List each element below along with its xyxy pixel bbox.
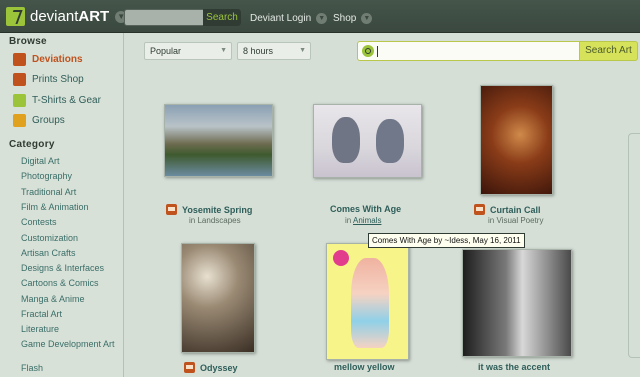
deviation-category-yosemite-spring: in Landscapes <box>189 216 241 225</box>
category-flash[interactable]: Flash <box>21 363 119 373</box>
sidebar: Browse Deviations Prints Shop T-Shirts &… <box>0 33 124 377</box>
deviations-icon <box>13 53 26 66</box>
deviation-title-curtain-call[interactable]: Curtain Call <box>474 204 541 215</box>
deviation-tooltip: Comes With Age by ~Idess, May 16, 2011 <box>368 233 525 248</box>
category-link[interactable]: Landscapes <box>197 216 240 225</box>
thumbnail-curtain-call[interactable] <box>480 85 553 195</box>
thumbnail-yosemite-spring[interactable] <box>164 104 273 177</box>
in-prefix: in <box>189 216 196 225</box>
shop-chevron-icon: ▼ <box>361 13 373 24</box>
deviation-title-it-was-the-accent[interactable]: it was the accent <box>478 362 550 372</box>
search-icon <box>362 45 374 57</box>
art-search-input[interactable] <box>357 41 580 61</box>
category-link[interactable]: Visual Poetry <box>496 216 543 225</box>
top-search-button[interactable]: Search <box>203 9 241 26</box>
thumbnail-odyssey[interactable] <box>181 243 255 353</box>
text-cursor <box>377 46 378 57</box>
deviant-login-link[interactable]: Deviant Login ▼ <box>250 13 328 24</box>
browse-heading: Browse <box>9 36 47 47</box>
sort-dropdown[interactable]: Popular ▼ <box>144 42 232 60</box>
deviation-title-comes-with-age[interactable]: Comes With Age <box>330 204 401 214</box>
raccoon-figure-right <box>376 119 404 163</box>
category-fractal-art[interactable]: Fractal Art <box>21 309 119 319</box>
in-prefix: in <box>488 216 495 225</box>
deviation-category-curtain-call: in Visual Poetry <box>488 216 543 225</box>
logo-text-bold: ART <box>78 8 110 25</box>
logo-text: deviantART <box>30 8 109 25</box>
sidebar-item-label: Groups <box>32 115 65 126</box>
category-customization[interactable]: Customization <box>21 233 119 243</box>
category-artisan-crafts[interactable]: Artisan Crafts <box>21 248 119 258</box>
time-chevron-down-icon: ▼ <box>299 47 306 54</box>
groups-icon <box>13 114 26 127</box>
deviant-badge-icon <box>474 204 485 215</box>
category-film-animation[interactable]: Film & Animation <box>21 202 119 212</box>
thumbnail-comes-with-age[interactable] <box>313 104 422 178</box>
category-manga-anime[interactable]: Manga & Anime <box>21 294 119 304</box>
shop-link[interactable]: Shop ▼ <box>333 13 373 24</box>
deviantart-logo[interactable]: deviantART ▼ <box>6 7 128 26</box>
login-chevron-icon: ▼ <box>316 13 328 24</box>
time-range-value: 8 hours <box>243 46 274 56</box>
sidebar-item-deviations[interactable]: Deviations <box>13 53 83 66</box>
category-heading: Category <box>9 139 55 150</box>
main-content: Popular ▼ 8 hours ▼ Search Art Yosemite … <box>124 33 640 377</box>
thumbnail-it-was-the-accent[interactable] <box>462 249 572 357</box>
deviation-title-text: mellow yellow <box>334 362 395 372</box>
tshirt-icon <box>13 94 26 107</box>
category-game-development-art[interactable]: Game Development Art <box>21 339 119 349</box>
deviation-category-comes-with-age: in Animals <box>345 216 381 225</box>
search-art-button[interactable]: Search Art <box>579 41 638 61</box>
shop-label: Shop <box>333 13 357 24</box>
category-traditional-art[interactable]: Traditional Art <box>21 187 119 197</box>
right-scroll-panel[interactable] <box>628 133 640 358</box>
raccoon-figure-left <box>332 117 360 163</box>
deviantart-logo-icon <box>6 7 25 26</box>
sidebar-item-label: Prints Shop <box>32 74 84 85</box>
deviant-badge-icon <box>166 204 177 215</box>
sidebar-item-label: T-Shirts & Gear <box>32 95 101 106</box>
deviation-title-text: Curtain Call <box>490 204 541 215</box>
thumbnail-mellow-yellow[interactable] <box>326 243 409 360</box>
sidebar-item-label: Deviations <box>32 54 83 65</box>
sidebar-item-tshirts-gear[interactable]: T-Shirts & Gear <box>13 94 101 107</box>
category-contests[interactable]: Contests <box>21 217 119 227</box>
category-photography[interactable]: Photography <box>21 171 119 181</box>
category-designs-interfaces[interactable]: Designs & Interfaces <box>21 263 119 273</box>
logo-text-light: deviant <box>30 8 79 25</box>
sidebar-item-prints-shop[interactable]: Prints Shop <box>13 73 84 86</box>
anime-figure <box>351 258 389 348</box>
in-prefix: in <box>345 216 352 225</box>
deviation-title-text: it was the accent <box>478 362 551 372</box>
category-cartoons-comics[interactable]: Cartoons & Comics <box>21 278 119 288</box>
sort-value: Popular <box>150 46 182 56</box>
star-badge-icon <box>333 250 349 266</box>
deviation-title-yosemite-spring[interactable]: Yosemite Spring <box>166 204 252 215</box>
deviation-title-text: Comes With Age <box>330 204 402 214</box>
deviation-title-text: Yosemite Spring <box>182 204 253 215</box>
deviant-login-label: Deviant Login <box>250 13 312 24</box>
category-literature[interactable]: Literature <box>21 324 119 334</box>
deviation-title-text: Odyssey <box>200 362 238 373</box>
deviant-badge-icon <box>184 362 195 373</box>
category-link[interactable]: Animals <box>353 216 381 225</box>
category-digital-art[interactable]: Digital Art <box>21 156 119 166</box>
deviation-title-mellow-yellow[interactable]: mellow yellow <box>334 362 395 372</box>
sidebar-item-groups[interactable]: Groups <box>13 114 65 127</box>
sort-chevron-down-icon: ▼ <box>220 47 227 54</box>
top-bar: deviantART ▼ Search Deviant Login ▼ Shop… <box>0 0 640 33</box>
time-range-dropdown[interactable]: 8 hours ▼ <box>237 42 311 60</box>
prints-icon <box>13 73 26 86</box>
deviation-title-odyssey[interactable]: Odyssey <box>184 362 238 373</box>
